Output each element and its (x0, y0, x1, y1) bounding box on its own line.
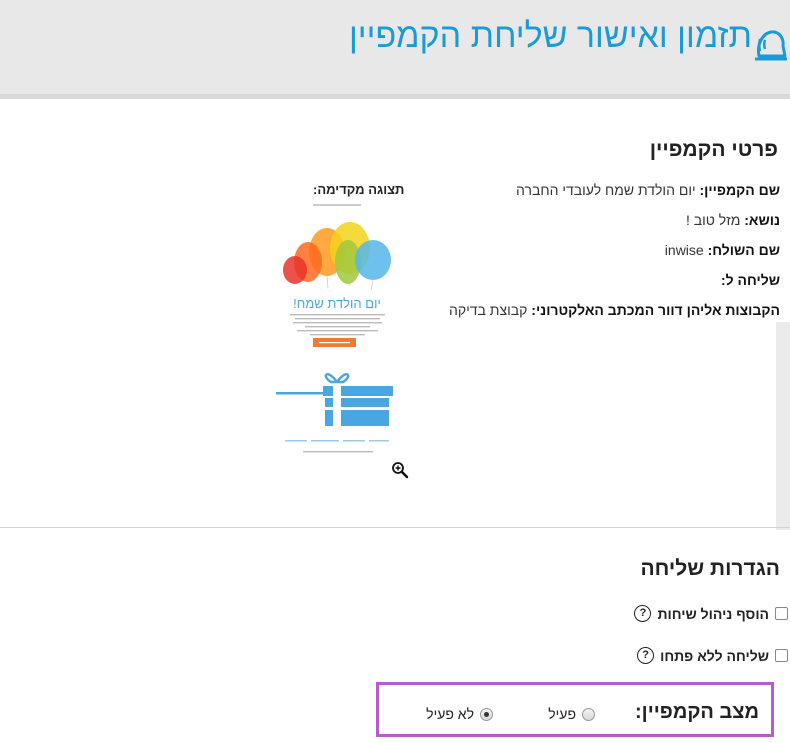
bell-icon (755, 30, 787, 61)
send-to-non-openers-checkbox[interactable] (775, 649, 788, 662)
campaign-status-title: מצב הקמפיין: (635, 701, 759, 723)
campaign-name-value: יום הולדת שמח לעובדי החברה (516, 182, 696, 198)
send-settings-title: הגדרות שליחה (640, 557, 780, 580)
send-to-row: שליחה ל: (721, 272, 780, 288)
zoom-in-icon[interactable] (391, 461, 409, 479)
groups-row: הקבוצות אליהן דוור המכתב האלקטרוני: קבוצ… (449, 302, 780, 318)
send-to-non-openers-option: שליחה ללא פתחו ? (637, 647, 788, 664)
status-inactive-label: לא פעיל (426, 706, 474, 722)
subject-value: מזל טוב ! (685, 212, 741, 228)
send-to-non-openers-label: שליחה ללא פתחו (660, 647, 769, 664)
status-inactive-option[interactable]: לא פעיל (426, 706, 493, 722)
page-header: תזמון ואישור שליחת הקמפיין (0, 0, 790, 99)
conversation-management-option: הוסף ניהול שיחות ? (634, 605, 788, 622)
section-divider (0, 527, 790, 528)
email-preview-thumbnail[interactable]: יום הולדת שמח! (275, 200, 400, 462)
status-active-radio[interactable] (582, 707, 595, 721)
status-active-label: פעיל (548, 706, 576, 722)
campaign-status-panel: מצב הקמפיין: פעיל לא פעיל (376, 682, 774, 737)
groups-value: קבוצת בדיקה (449, 302, 528, 318)
subject-row: נושא: מזל טוב ! (686, 212, 780, 228)
sender-row: שם השולח: inwise (665, 242, 780, 258)
preview-label: תצוגה מקדימה: (313, 182, 405, 197)
status-inactive-radio[interactable] (480, 707, 493, 721)
help-icon[interactable]: ? (634, 605, 652, 622)
conversation-management-label: הוסף ניהול שיחות (657, 605, 769, 622)
sender-label: שם השולח: (707, 242, 780, 258)
groups-label: הקבוצות אליהן דוור המכתב האלקטרוני: (531, 302, 780, 318)
campaign-name-row: שם הקמפיין: יום הולדת שמח לעובדי החברה (516, 182, 780, 198)
preview-headline: יום הולדת שמח! (293, 296, 381, 311)
campaign-details-title: פרטי הקמפיין (649, 138, 778, 161)
status-active-option[interactable]: פעיל (548, 706, 595, 722)
preview-image: יום הולדת שמח! (275, 200, 400, 462)
help-icon[interactable]: ? (637, 647, 655, 664)
sender-value: inwise (664, 242, 704, 258)
conversation-management-checkbox[interactable] (775, 607, 788, 620)
page-title: תזמון ואישור שליחת הקמפיין (348, 17, 752, 55)
send-to-label: שליחה ל: (720, 272, 780, 288)
campaign-name-label: שם הקמפיין: (699, 182, 781, 198)
scrollbar[interactable] (776, 322, 790, 530)
subject-label: נושא: (744, 212, 780, 228)
